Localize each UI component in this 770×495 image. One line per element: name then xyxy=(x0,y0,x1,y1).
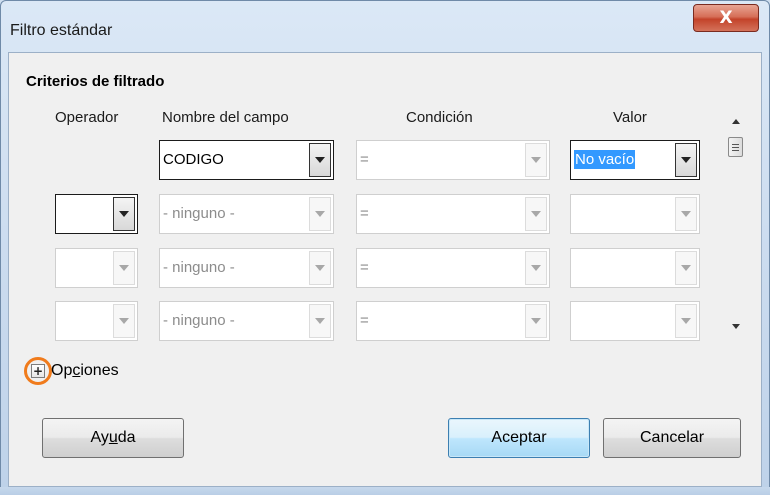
scroll-up-arrow-icon[interactable] xyxy=(732,119,740,124)
grip-icon xyxy=(732,147,739,148)
window-title: Filtro estándar xyxy=(10,22,113,39)
field-name-combo-3[interactable]: - ninguno - xyxy=(159,248,334,288)
field-name-combo-2[interactable]: - ninguno - xyxy=(159,194,334,234)
condition-column-header: Condición xyxy=(406,109,473,126)
condition-combo-1[interactable]: = xyxy=(356,140,550,180)
ok-button[interactable]: Aceptar xyxy=(448,418,590,458)
condition-value-3: = xyxy=(360,259,369,276)
condition-combo-3[interactable]: = xyxy=(356,248,550,288)
dropdown-button[interactable] xyxy=(309,304,331,338)
scroll-thumb[interactable] xyxy=(728,137,743,157)
value-combo-1[interactable]: No vacío xyxy=(570,140,700,180)
dropdown-button[interactable] xyxy=(113,197,135,231)
chevron-down-icon xyxy=(681,157,691,163)
chevron-down-icon xyxy=(531,211,541,217)
expand-plus-icon[interactable]: + xyxy=(31,364,45,378)
ok-label: Aceptar xyxy=(491,429,547,446)
condition-value-2: = xyxy=(360,205,369,222)
operator-column-header: Operador xyxy=(55,109,119,126)
field-name-value-4: - ninguno - xyxy=(163,312,235,329)
grip-icon xyxy=(732,144,739,145)
criteria-scrollbar[interactable] xyxy=(726,105,748,340)
dropdown-button[interactable] xyxy=(675,251,697,285)
operator-combo-3[interactable] xyxy=(55,248,138,288)
dropdown-button[interactable] xyxy=(675,197,697,231)
chevron-down-icon xyxy=(315,157,325,163)
field-name-value-1: CODIGO xyxy=(163,151,224,168)
field-name-combo-1[interactable]: CODIGO xyxy=(159,140,334,180)
window-bottom-border xyxy=(0,487,770,495)
dropdown-button[interactable] xyxy=(113,251,135,285)
value-text-1: No vacío xyxy=(574,150,636,169)
selected-value-text: No vacío xyxy=(574,150,636,169)
dropdown-button[interactable] xyxy=(309,251,331,285)
help-button[interactable]: Ay u da xyxy=(42,418,184,458)
value-combo-3[interactable] xyxy=(570,248,700,288)
dropdown-button[interactable] xyxy=(113,304,135,338)
chevron-down-icon xyxy=(681,265,691,271)
dropdown-button[interactable] xyxy=(309,197,331,231)
field-name-value-3: - ninguno - xyxy=(163,259,235,276)
close-button[interactable]: X xyxy=(693,4,759,32)
filter-criteria-heading: Criterios de filtrado xyxy=(26,73,165,90)
grip-icon xyxy=(732,150,739,151)
options-label-part: iones xyxy=(80,362,119,379)
condition-combo-2[interactable]: = xyxy=(356,194,550,234)
help-label-part: Ay xyxy=(90,429,109,446)
field-name-value-2: - ninguno - xyxy=(163,205,235,222)
dropdown-button[interactable] xyxy=(525,304,547,338)
chevron-down-icon xyxy=(315,211,325,217)
value-combo-2[interactable] xyxy=(570,194,700,234)
chevron-down-icon xyxy=(531,318,541,324)
field-name-combo-4[interactable]: - ninguno - xyxy=(159,301,334,341)
condition-value-4: = xyxy=(360,312,369,329)
operator-combo-2[interactable] xyxy=(55,194,138,234)
dropdown-button[interactable] xyxy=(309,143,331,177)
options-label-part: Op xyxy=(51,362,73,379)
condition-combo-4[interactable]: = xyxy=(356,301,550,341)
dropdown-button[interactable] xyxy=(525,143,547,177)
chevron-down-icon xyxy=(315,318,325,324)
cancel-label: Cancelar xyxy=(639,429,705,446)
value-column-header: Valor xyxy=(613,109,647,126)
chevron-down-icon xyxy=(119,318,129,324)
dropdown-button[interactable] xyxy=(525,197,547,231)
title-bar: Filtro estándar X xyxy=(0,0,770,54)
field-name-column-header: Nombre del campo xyxy=(162,109,289,126)
chevron-down-icon xyxy=(119,211,129,217)
dropdown-button[interactable] xyxy=(525,251,547,285)
chevron-down-icon xyxy=(119,265,129,271)
value-combo-4[interactable] xyxy=(570,301,700,341)
help-accelerator: u xyxy=(108,429,118,446)
operator-combo-4[interactable] xyxy=(55,301,138,341)
dropdown-button[interactable] xyxy=(675,143,697,177)
close-icon: X xyxy=(719,8,733,28)
dropdown-button[interactable] xyxy=(675,304,697,338)
chevron-down-icon xyxy=(315,265,325,271)
cancel-button[interactable]: Cancelar xyxy=(603,418,741,458)
scroll-down-arrow-icon[interactable] xyxy=(732,324,740,329)
chevron-down-icon xyxy=(531,157,541,163)
chevron-down-icon xyxy=(681,318,691,324)
chevron-down-icon xyxy=(681,211,691,217)
condition-value-1: = xyxy=(360,151,369,168)
help-label-part: da xyxy=(117,429,136,446)
chevron-down-icon xyxy=(531,265,541,271)
options-expander-label[interactable]: Opciones xyxy=(51,362,119,380)
